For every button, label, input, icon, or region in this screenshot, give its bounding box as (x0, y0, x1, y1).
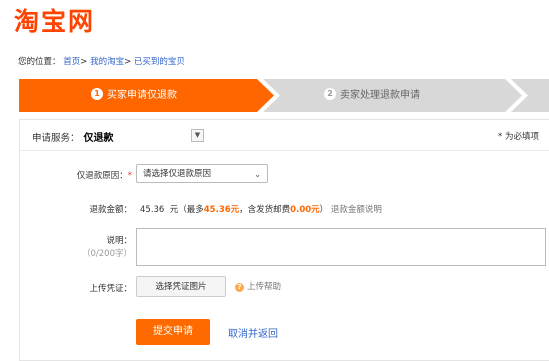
amount-shipping-value: 0.00元 (290, 205, 320, 215)
amount-max: 45.36元 (203, 205, 240, 215)
amount-help-link[interactable]: 退款金额说明 (331, 205, 382, 215)
step-2: 2 卖家处理退款申请 (324, 79, 420, 112)
step-1-label: 买家申请仅退款 (107, 90, 177, 101)
upload-help[interactable]: ? 上传帮助 (235, 280, 281, 292)
breadcrumb: 您的位置： 首页> 我的淘宝> 已买到的宝贝 (18, 55, 185, 67)
reason-label: 仅退款原因：* (50, 169, 132, 181)
note-limit: （0/200字） (82, 249, 132, 259)
reason-label-text: 仅退款原因： (76, 171, 128, 181)
amount-value: 45.36 (140, 205, 165, 215)
breadcrumb-my-taobao[interactable]: 我的淘宝 (90, 57, 124, 67)
service-row: 申请服务： 仅退款 ▼ * 为必填项 (20, 120, 549, 151)
submit-button[interactable]: 提交申请 (136, 319, 210, 345)
step-2-number: 2 (324, 88, 336, 100)
amount-close: ） (319, 205, 329, 215)
amount-unit: 元（最多 (169, 205, 204, 215)
breadcrumb-home[interactable]: 首页 (63, 57, 80, 67)
step-2-label: 卖家处理退款申请 (340, 90, 420, 101)
service-value: 仅退款 (83, 133, 114, 144)
step-1-number: 1 (91, 88, 103, 100)
upload-button[interactable]: 选择凭证图片 (136, 276, 226, 297)
upload-help-label: 上传帮助 (247, 282, 282, 292)
amount-label: 退款金额： (89, 205, 132, 215)
taobao-logo[interactable]: 淘宝网 (14, 6, 95, 38)
breadcrumb-prefix: 您的位置： (18, 57, 61, 67)
required-note: * 为必填项 (498, 132, 539, 142)
refund-form: 申请服务： 仅退款 ▼ * 为必填项 仅退款原因：* 请选择仅退款原因 ⌄ 退款金… (19, 119, 549, 361)
step-1: 1 买家申请仅退款 (91, 79, 177, 112)
note-label: 说明： (106, 236, 132, 246)
help-icon: ? (235, 283, 244, 292)
breadcrumb-bought-items[interactable]: 已买到的宝贝 (134, 57, 185, 67)
breadcrumb-sep: > (124, 57, 132, 67)
service-label-text: 申请服务： (32, 133, 80, 144)
required-star: * (127, 171, 132, 181)
service-label: 申请服务： 仅退款 (32, 129, 114, 144)
amount-info: 45.36 元（最多45.36元，含发货邮费0.00元） 退款金额说明 (140, 203, 382, 215)
reason-select-value: 请选择仅退款原因 (143, 169, 212, 179)
upload-label: 上传凭证： (89, 284, 132, 294)
chevron-down-icon: ⌄ (254, 170, 261, 179)
cancel-link[interactable]: 取消并返回 (228, 325, 278, 340)
reason-select[interactable]: 请选择仅退款原因 ⌄ (136, 164, 268, 183)
service-dropdown-icon[interactable]: ▼ (191, 129, 204, 142)
breadcrumb-sep: > (80, 57, 88, 67)
note-textarea[interactable] (136, 228, 546, 266)
amount-shipping: ，含发货邮费 (239, 205, 291, 215)
progress-steps: 1 买家申请仅退款 2 卖家处理退款申请 (19, 79, 549, 112)
